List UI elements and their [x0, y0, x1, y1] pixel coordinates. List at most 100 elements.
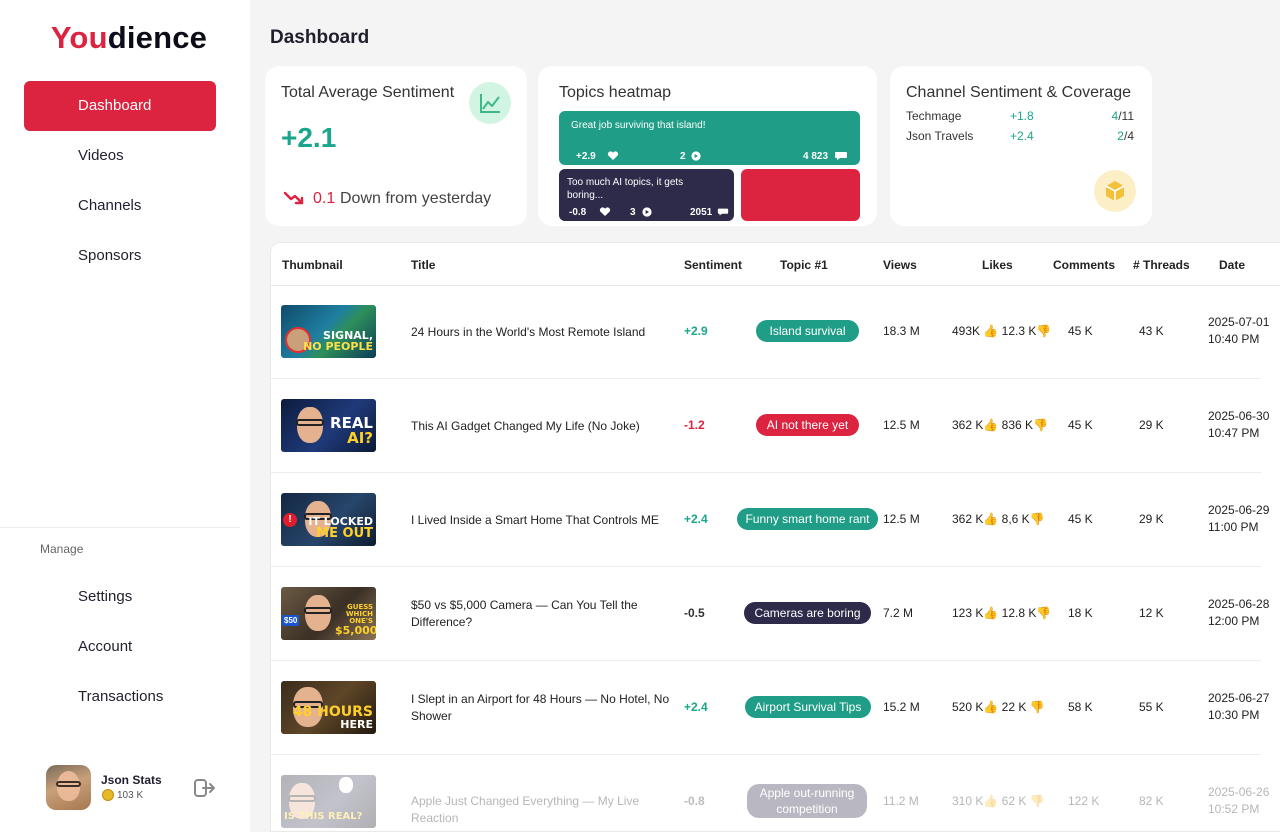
video-comments: 122 K — [1068, 794, 1100, 808]
header-sentiment[interactable]: Sentiment — [684, 258, 742, 272]
video-title[interactable]: I Slept in an Airport for 48 Hours — No … — [411, 691, 673, 725]
video-views: 7.2 M — [883, 606, 914, 620]
nav-channels[interactable]: Channels — [24, 181, 216, 231]
video-threads: 55 K — [1139, 700, 1164, 714]
nav-settings[interactable]: Settings — [24, 572, 216, 622]
video-threads: 12 K — [1139, 606, 1164, 620]
logout-icon[interactable] — [194, 778, 216, 798]
table-row[interactable]: SIGNAL, NO PEOPLE 24 Hours in the World's… — [271, 285, 1280, 379]
thumbs-down-icon: 👎 — [1029, 700, 1045, 714]
video-date: 2025-06-26 10:52 PM — [1208, 785, 1270, 816]
video-views: 11.2 M — [883, 794, 919, 808]
logo-dark-part: dience — [107, 20, 208, 55]
header-title[interactable]: Title — [411, 258, 435, 272]
nav-dashboard[interactable]: Dashboard — [24, 81, 216, 131]
table-row[interactable]: ! IT LOCKED ME OUT I Lived Inside a Smart… — [271, 473, 1280, 567]
header-date[interactable]: Date — [1219, 258, 1245, 272]
thumbs-up-icon: 👍 — [983, 794, 999, 808]
heatmap-tile-videos: 3 — [630, 207, 636, 218]
video-likes: 362 K👍 8,6 K👎 — [952, 512, 1045, 526]
heatmap-tile-island[interactable]: Great job surviving that island! +2.9 2 … — [559, 111, 860, 165]
heart-icon — [607, 151, 619, 160]
topic-pill[interactable]: Airport Survival Tips — [745, 696, 871, 718]
nav-transactions[interactable]: Transactions — [24, 672, 216, 722]
topic-pill[interactable]: Funny smart home rant — [737, 508, 878, 530]
sidebar: Youdience Dashboard Videos Channels Spon… — [0, 0, 250, 832]
video-thumbnail[interactable]: REAL AI? — [281, 399, 376, 452]
sentiment-change-text: Down from yesterday — [340, 190, 492, 207]
video-comments: 58 K — [1068, 700, 1093, 714]
topic-pill[interactable]: Island survival — [756, 320, 859, 342]
heatmap-tile-comments: 2051 — [690, 207, 713, 218]
header-topic[interactable]: Topic #1 — [780, 258, 828, 272]
heatmap-tile-comments: 4 823 — [803, 151, 829, 162]
video-title[interactable]: This AI Gadget Changed My Life (No Joke) — [411, 418, 673, 435]
topic-pill[interactable]: AI not there yet — [756, 414, 859, 436]
thumbnail-tag: $50 — [282, 615, 300, 626]
video-likes: 123 K👍 12.8 K👎 — [952, 606, 1052, 620]
video-thumbnail[interactable]: $50 GUESS WHICH ONE'S $5,000 — [281, 587, 376, 640]
video-threads: 29 K — [1139, 512, 1164, 526]
user-name: Json Stats — [101, 773, 162, 787]
thumbnail-text: IS THIS REAL? — [284, 811, 363, 822]
video-title[interactable]: $50 vs $5,000 Camera — Can You Tell the … — [411, 597, 673, 631]
thumbnail-text: IT LOCKED ME OUT — [308, 515, 373, 541]
video-comments: 45 K — [1068, 512, 1093, 526]
video-likes: 520 K👍 22 K 👎 — [952, 700, 1045, 714]
heatmap-card-title: Topics heatmap — [559, 84, 672, 101]
table-row[interactable]: IS THIS REAL? Apple Just Changed Everyth… — [271, 755, 1280, 831]
channel-name[interactable]: Techmage — [906, 109, 961, 123]
video-thumbnail[interactable]: IS THIS REAL? — [281, 775, 376, 828]
nav-account[interactable]: Account — [24, 622, 216, 672]
nav-videos[interactable]: Videos — [24, 131, 216, 181]
video-views: 12.5 M — [883, 418, 920, 432]
video-thumbnail[interactable]: SIGNAL, NO PEOPLE — [281, 305, 376, 358]
thumbs-down-icon: 👎 — [1029, 794, 1045, 808]
video-thumbnail[interactable]: ! IT LOCKED ME OUT — [281, 493, 376, 546]
channel-name[interactable]: Json Travels — [906, 129, 973, 143]
heatmap-tile-videos: 2 — [680, 151, 686, 162]
heatmap-tile-ai[interactable]: Too much AI topics, it gets boring... -0… — [559, 169, 734, 221]
table-row[interactable]: REAL AI? This AI Gadget Changed My Life (… — [271, 379, 1280, 473]
heatmap-card: Topics heatmap Great job surviving that … — [538, 66, 877, 226]
header-views[interactable]: Views — [883, 258, 917, 272]
sentiment-change-value: 0.1 — [313, 190, 336, 207]
video-comments: 45 K — [1068, 418, 1093, 432]
topic-pill[interactable]: Apple out-running competition — [747, 784, 867, 818]
video-date: 2025-07-01 10:40 PM — [1208, 315, 1270, 346]
heatmap-tile-text: Too much AI topics, it gets boring... — [567, 177, 684, 201]
video-comments: 18 K — [1068, 606, 1093, 620]
thumbs-up-icon: 👍 — [983, 324, 999, 338]
logo[interactable]: Youdience — [0, 20, 258, 56]
thumbs-down-icon: 👎 — [1036, 324, 1052, 338]
video-sentiment: +2.9 — [684, 324, 708, 338]
video-thumbnail[interactable]: 48 HOURS HERE — [281, 681, 376, 734]
heart-icon — [599, 207, 611, 216]
table-row[interactable]: 48 HOURS HERE I Slept in an Airport for 4… — [271, 661, 1280, 755]
video-views: 12.5 M — [883, 512, 920, 526]
video-date: 2025-06-29 11:00 PM — [1208, 503, 1270, 534]
header-thumbnail[interactable]: Thumbnail — [282, 258, 343, 272]
user-profile[interactable]: Json Stats 103 K — [46, 765, 226, 811]
nav-sponsors[interactable]: Sponsors — [24, 231, 216, 281]
video-threads: 29 K — [1139, 418, 1164, 432]
video-threads: 43 K — [1139, 324, 1164, 338]
videos-table: Thumbnail Title Sentiment Topic #1 Views… — [270, 242, 1280, 832]
video-views: 18.3 M — [883, 324, 920, 338]
video-title[interactable]: I Lived Inside a Smart Home That Control… — [411, 512, 673, 529]
channel-sentiment: +1.8 — [1010, 109, 1034, 123]
table-row[interactable]: $50 GUESS WHICH ONE'S $5,000 $50 vs $5,00… — [271, 567, 1280, 661]
video-threads: 82 K — [1139, 794, 1164, 808]
video-likes: 362 K👍 836 K👎 — [952, 418, 1048, 432]
video-title[interactable]: 24 Hours in the World's Most Remote Isla… — [411, 324, 673, 341]
video-title[interactable]: Apple Just Changed Everything — My Live … — [411, 793, 673, 827]
header-comments[interactable]: Comments — [1053, 258, 1115, 272]
video-date: 2025-06-30 10:47 PM — [1208, 409, 1270, 440]
video-date: 2025-06-27 10:30 PM — [1208, 691, 1270, 722]
play-icon — [691, 151, 701, 161]
header-likes[interactable]: Likes — [982, 258, 1013, 272]
heatmap-tile-red[interactable] — [741, 169, 860, 221]
header-threads[interactable]: # Threads — [1133, 258, 1190, 272]
manage-label: Manage — [40, 542, 84, 556]
topic-pill[interactable]: Cameras are boring — [744, 602, 871, 624]
